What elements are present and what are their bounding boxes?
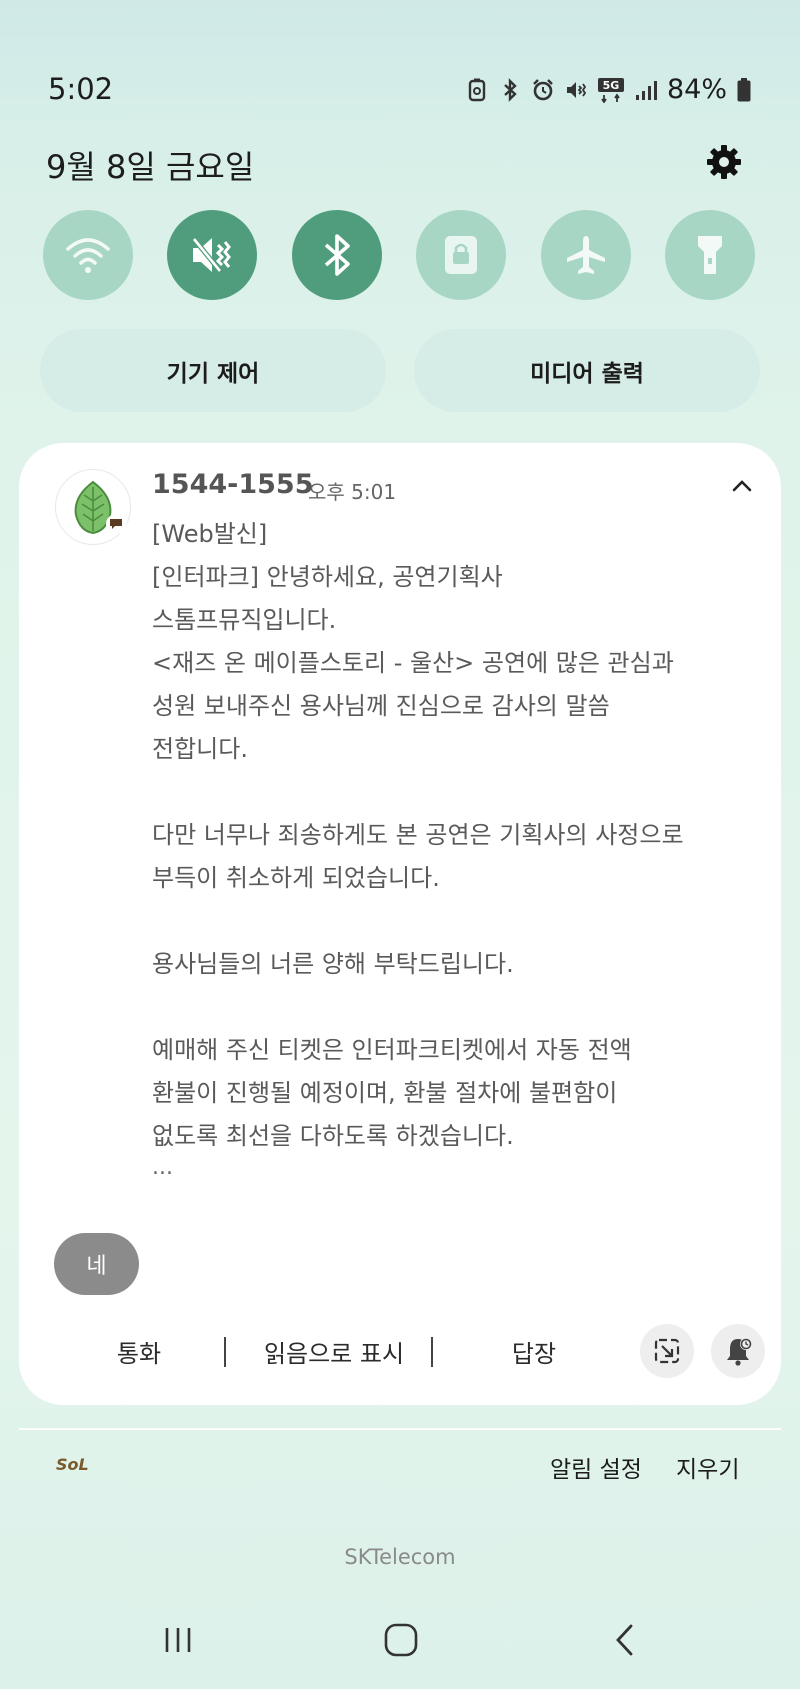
recents-icon	[165, 1628, 191, 1652]
back-button[interactable]	[595, 1620, 655, 1660]
quick-toggles	[43, 210, 755, 300]
message-line: [Web발신]	[152, 520, 268, 548]
message-line: <재즈 온 메이플스토리 - 울산> 공연에 많은 관심과	[152, 649, 674, 677]
message-line	[152, 986, 752, 1029]
message-line: 없도록 최선을 다하도록 하겠습니다.	[152, 1122, 514, 1150]
message-truncation: ...	[152, 1155, 173, 1180]
toggle-sound[interactable]	[167, 210, 258, 300]
toggle-rotation-lock[interactable]	[416, 210, 507, 300]
5g-icon: 5G	[597, 77, 625, 103]
status-icons: 5G 84%	[465, 74, 752, 105]
toggle-bluetooth[interactable]	[291, 210, 382, 300]
toggle-airplane[interactable]	[540, 210, 631, 300]
recent-apps-button[interactable]	[148, 1620, 208, 1660]
popup-window-icon	[654, 1338, 680, 1364]
status-bar: 5:02 5G 84%	[0, 72, 800, 112]
separator	[19, 1428, 781, 1430]
message-line: 성원 보내주신 용사님께 진심으로 감사의 말씀	[152, 692, 610, 720]
date-label: 9월 8일 금요일	[46, 148, 255, 186]
alarm-icon	[531, 77, 555, 103]
battery-saver-icon	[465, 77, 489, 103]
wifi-icon	[66, 238, 110, 273]
quick-reply-chip[interactable]: 네	[54, 1233, 139, 1295]
message-line: 용사님들의 너른 양해 부탁드립니다.	[152, 950, 514, 978]
sender-number: 1544-1555	[152, 469, 314, 500]
chat-badge-icon	[106, 514, 126, 534]
bluetooth-icon	[498, 77, 522, 103]
vibrate-icon	[564, 77, 588, 103]
carrier-label: SKTelecom	[344, 1545, 456, 1569]
popup-view-button[interactable]	[640, 1324, 694, 1378]
home-button[interactable]	[371, 1620, 431, 1660]
media-output-button[interactable]: 미디어 출력	[414, 329, 760, 412]
clock: 5:02	[48, 72, 114, 106]
notification-actions: 통화 읽음으로 표시 답장	[19, 1323, 781, 1379]
notification-time: 오후 5:01	[308, 480, 397, 504]
clear-all-button[interactable]: 지우기	[676, 1450, 739, 1484]
message-line: 부득이 취소하게 되었습니다.	[152, 864, 440, 892]
action-divider	[224, 1337, 226, 1367]
notification-settings-button[interactable]: 알림 설정	[550, 1450, 642, 1484]
messages-app-icon	[55, 469, 131, 545]
toggle-flashlight[interactable]	[664, 210, 755, 300]
quick-pill-row: 기기 제어 미디어 출력	[40, 329, 760, 412]
lock-icon	[445, 236, 478, 274]
notification-app-logo: SoL	[56, 1455, 89, 1474]
mute-icon	[192, 237, 232, 273]
svg-text:5G: 5G	[603, 79, 620, 92]
airplane-icon	[566, 236, 605, 274]
message-notification[interactable]: 1544-1555 오후 5:01 [Web발신] [인터파크] 안녕하세요, …	[19, 443, 781, 1405]
device-control-button[interactable]: 기기 제어	[40, 329, 386, 412]
call-button[interactable]: 통화	[55, 1323, 223, 1379]
home-icon	[384, 1623, 418, 1657]
snooze-button[interactable]	[711, 1324, 765, 1378]
chevron-up-icon[interactable]	[727, 471, 757, 501]
message-line	[152, 900, 752, 943]
message-line: 다만 너무나 죄송하게도 본 공연은 기획사의 사정으로	[152, 821, 684, 849]
message-body: [Web발신] [인터파크] 안녕하세요, 공연기획사 스톰프뮤직입니다. <재…	[152, 513, 752, 1158]
message-line: 환불이 진행될 예정이며, 환불 절차에 불편함이	[152, 1079, 618, 1107]
toggle-wifi[interactable]	[43, 210, 133, 300]
message-line: 스톰프뮤직입니다.	[152, 606, 337, 634]
battery-percent: 84%	[666, 74, 727, 105]
message-line: [인터파크] 안녕하세요, 공연기획사	[152, 563, 503, 591]
navigation-bar	[0, 1620, 800, 1660]
bluetooth-icon	[324, 234, 350, 276]
back-chevron-icon	[616, 1624, 633, 1656]
flashlight-icon	[697, 236, 722, 274]
signal-icon	[634, 77, 658, 103]
reply-button[interactable]: 답장	[449, 1323, 619, 1379]
battery-icon	[736, 77, 752, 103]
message-line: 예매해 주신 티켓은 인터파크티켓에서 자동 전액	[152, 1036, 632, 1064]
mark-as-read-button[interactable]: 읽음으로 표시	[234, 1323, 434, 1379]
gear-icon[interactable]	[704, 142, 744, 182]
action-divider	[431, 1337, 433, 1367]
bell-snooze-icon	[727, 1338, 752, 1366]
message-line	[152, 771, 752, 814]
message-line: 전합니다.	[152, 735, 248, 763]
